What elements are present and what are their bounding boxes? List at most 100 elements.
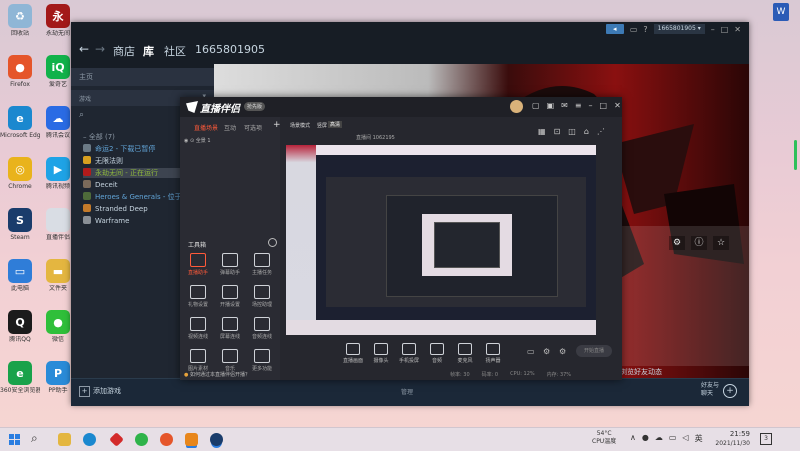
tool-button[interactable]: 开播设置: [216, 285, 244, 308]
control-button[interactable]: 扬声器: [478, 343, 508, 364]
start-live-button[interactable]: 开始直播: [576, 345, 612, 357]
cloud-tray-icon[interactable]: ☁: [655, 433, 663, 444]
gear-icon[interactable]: ⚙: [559, 347, 566, 356]
clock[interactable]: 21:59 2021/11/30: [710, 430, 750, 448]
start-button[interactable]: [9, 434, 20, 445]
live-preview[interactable]: [286, 145, 596, 335]
lock-icon[interactable]: ⊡: [554, 127, 561, 136]
desktop-icon[interactable]: Q 腾讯QQ: [0, 310, 40, 343]
streaming-app-icon[interactable]: [185, 433, 198, 446]
close-button[interactable]: ✕: [614, 101, 621, 110]
broadcast-button[interactable]: ◂: [605, 24, 624, 34]
friends-chat-button[interactable]: 好友与 聊天: [701, 382, 719, 398]
grid-icon[interactable]: ▦: [538, 127, 546, 136]
tab-options[interactable]: 可选项: [244, 123, 262, 132]
desktop-icon[interactable]: ♻ 回收站: [0, 4, 40, 37]
control-button[interactable]: 麦克风: [450, 343, 480, 364]
control-button[interactable]: 手机投屏: [394, 343, 424, 364]
home-row[interactable]: 主页: [71, 68, 214, 86]
edge-icon[interactable]: [83, 433, 96, 446]
desktop-icon[interactable]: S Steam: [0, 208, 40, 241]
search-icon[interactable]: ⌕: [79, 110, 84, 120]
info-icon[interactable]: ⓘ: [691, 236, 707, 250]
tool-button[interactable]: 屏幕连线: [216, 317, 244, 340]
scene-row[interactable]: ◉ ⊙ 全景 1: [184, 137, 276, 147]
control-button[interactable]: 直播画面: [338, 343, 368, 364]
tool-label: 场控助理: [251, 302, 272, 308]
user-avatar[interactable]: [510, 100, 523, 113]
nav-store[interactable]: 商店: [113, 43, 135, 59]
word-icon[interactable]: W: [773, 3, 789, 21]
nav-profile[interactable]: 1665801905: [195, 43, 265, 56]
skin-icon[interactable]: ▣: [547, 101, 555, 110]
add-friend-icon[interactable]: +: [723, 384, 737, 398]
tab-scenes[interactable]: 直播场景: [194, 123, 218, 132]
nav-community[interactable]: 社区: [164, 43, 186, 59]
maximize-button[interactable]: □: [600, 101, 608, 110]
mail-icon[interactable]: ✉: [561, 101, 568, 110]
control-button[interactable]: 摄像头: [366, 343, 396, 364]
volume-icon[interactable]: ◁: [682, 433, 688, 444]
notification-center[interactable]: 3: [760, 433, 772, 445]
network-icon[interactable]: ▭: [669, 433, 677, 444]
help-hint[interactable]: ● 如何通过本直播伴侣开播？: [184, 371, 250, 378]
camera-icon[interactable]: ▭: [527, 347, 535, 356]
bell-icon[interactable]: ⌂: [584, 127, 589, 136]
tool-button[interactable]: 更多功能: [248, 349, 276, 372]
steam-icon: S: [8, 208, 32, 232]
desktop-icon[interactable]: e 360安全浏览器: [0, 361, 40, 394]
tool-button[interactable]: 场控助理: [248, 285, 276, 308]
tool-button[interactable]: 音乐: [216, 349, 244, 372]
minimize-button[interactable]: –: [711, 25, 715, 34]
tool-button[interactable]: 音频连线: [248, 317, 276, 340]
forward-icon[interactable]: →: [95, 42, 105, 56]
nav-library[interactable]: 库: [143, 43, 154, 59]
file-explorer-icon[interactable]: [58, 433, 71, 446]
steam-icon[interactable]: [210, 433, 223, 446]
all-games-header[interactable]: – 全部 (7): [83, 132, 115, 142]
record-icon[interactable]: ◫: [568, 127, 576, 136]
tool-button[interactable]: 图片素材: [184, 349, 212, 372]
share-icon[interactable]: ⋰: [597, 127, 605, 136]
add-game-button[interactable]: + 添加游戏: [79, 386, 121, 397]
tool-button[interactable]: 视频连线: [184, 317, 212, 340]
desktop-icon[interactable]: ◎ Chrome: [0, 157, 40, 190]
menu-icon[interactable]: ≡: [575, 101, 582, 110]
back-icon[interactable]: ←: [79, 42, 89, 56]
help-icon[interactable]: ?: [643, 25, 647, 34]
mode-tab-hd[interactable]: 高清: [328, 121, 343, 128]
tool-button[interactable]: 直播助手: [184, 253, 212, 276]
tools-settings-icon[interactable]: [268, 238, 277, 247]
notification-icon[interactable]: ▭: [630, 25, 638, 34]
tool-button[interactable]: 主播任务: [248, 253, 276, 276]
360-browser-icon[interactable]: [135, 433, 148, 446]
scrollbar-thumb[interactable]: [794, 140, 797, 170]
downloads-button[interactable]: 管理: [401, 387, 413, 396]
tool-button[interactable]: 弹幕助手: [216, 253, 244, 276]
add-scene-icon[interactable]: +: [273, 120, 281, 130]
weather-widget[interactable]: 54°C CPU温度: [592, 430, 616, 446]
settings-icon[interactable]: ⚙: [543, 347, 550, 356]
mode-tab-scene[interactable]: 场景模式: [290, 122, 310, 129]
desktop-icon[interactable]: e Microsoft Edge: [0, 106, 40, 139]
minimize-button[interactable]: –: [589, 101, 593, 110]
close-button[interactable]: ✕: [734, 25, 741, 34]
tool-icon: [222, 349, 238, 363]
mode-tab-vertical[interactable]: 竖屏: [317, 122, 327, 129]
desktop-icon[interactable]: ▭ 此电脑: [0, 259, 40, 292]
maximize-button[interactable]: □: [721, 25, 729, 34]
desktop-icon[interactable]: ● Firefox: [0, 55, 40, 88]
favorite-star-icon[interactable]: ☆: [713, 236, 729, 250]
account-badge[interactable]: 1665801905 ▾: [653, 24, 705, 34]
tool-button[interactable]: 礼物设置: [184, 285, 212, 308]
wechat-tray-icon[interactable]: ●: [642, 433, 649, 444]
tab-interact[interactable]: 互动: [224, 123, 236, 132]
message-icon[interactable]: ▢: [532, 101, 540, 110]
settings-gear-icon[interactable]: ⚙: [669, 236, 685, 250]
ime-indicator[interactable]: 英: [695, 433, 703, 444]
app-icon-red[interactable]: [109, 432, 124, 447]
search-icon[interactable]: ⌕: [31, 431, 38, 446]
chevron-up-icon[interactable]: ∧: [630, 433, 636, 444]
firefox-icon[interactable]: [160, 433, 173, 446]
control-button[interactable]: 音频: [422, 343, 452, 364]
